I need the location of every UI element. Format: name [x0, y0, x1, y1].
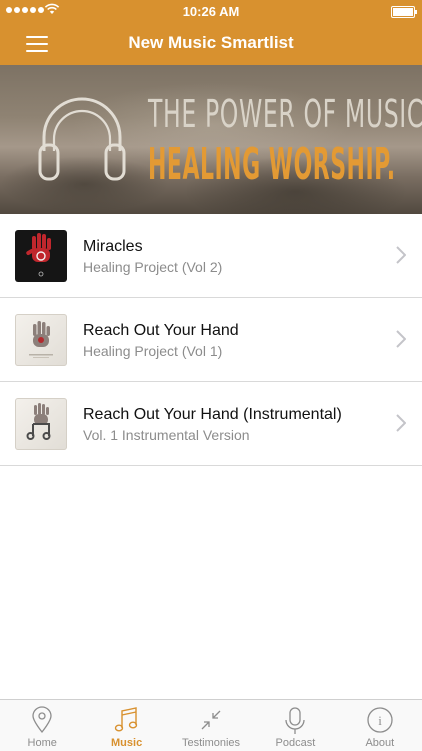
red-hand-icon: [26, 233, 51, 277]
music-note-icon: [114, 707, 137, 732]
hero-banner: THE POWER OF MUSIC... HEALING WORSHIP.: [0, 65, 422, 214]
battery-icon: [391, 6, 417, 18]
song-row-miracles[interactable]: Miracles Healing Project (Vol 2): [0, 214, 422, 298]
chevron-right-icon: [396, 330, 406, 348]
info-icon: i: [367, 707, 393, 733]
song-row-reach-out-your-hand-instrumental[interactable]: Reach Out Your Hand (Instrumental) Vol. …: [0, 382, 422, 466]
status-bar: 10:26 AM: [0, 0, 422, 22]
song-album: Healing Project (Vol 2): [83, 259, 223, 275]
tab-label: Home: [27, 737, 57, 749]
song-title: Reach Out Your Hand: [83, 322, 239, 339]
tab-about[interactable]: i About: [338, 700, 422, 751]
song-album: Vol. 1 Instrumental Version: [83, 427, 250, 443]
hand-music-note-icon: [26, 403, 51, 440]
song-title: Miracles: [83, 238, 143, 255]
song-list: Miracles Healing Project (Vol 2) Reach O: [0, 214, 422, 466]
song-row-reach-out-your-hand[interactable]: Reach Out Your Hand Healing Project (Vol…: [0, 298, 422, 382]
app-header: 10:26 AM New Music Smartlist: [0, 0, 422, 65]
tab-podcast[interactable]: Podcast: [253, 700, 337, 751]
hand-icon: [29, 321, 53, 358]
svg-text:i: i: [378, 713, 382, 728]
album-cover-instrumental: [15, 398, 67, 450]
nav-bar: New Music Smartlist: [0, 22, 422, 65]
tab-home[interactable]: Home: [0, 700, 84, 751]
microphone-icon: [285, 707, 306, 734]
song-title: Reach Out Your Hand (Instrumental): [83, 406, 342, 423]
album-cover-reach-out-your-hand: [15, 314, 67, 366]
banner-headline: THE POWER OF MUSIC...: [148, 92, 422, 136]
tab-label: Music: [111, 737, 143, 749]
tab-bar: Home Music Testimonies Podcast i About: [0, 699, 422, 751]
tab-label: Testimonies: [181, 737, 241, 749]
headphones-icon: [38, 97, 126, 181]
tab-label: Podcast: [275, 737, 316, 749]
album-cover-miracles: [15, 230, 67, 282]
tab-music[interactable]: Music: [84, 700, 168, 751]
tab-testimonies[interactable]: Testimonies: [169, 700, 253, 751]
map-pin-icon: [32, 706, 52, 734]
tab-label: About: [365, 737, 395, 749]
status-time: 10:26 AM: [182, 4, 240, 19]
chevron-right-icon: [396, 246, 406, 264]
page-title: New Music Smartlist: [128, 33, 294, 52]
banner-subheadline: HEALING WORSHIP.: [148, 139, 396, 190]
collapse-arrows-icon: [201, 710, 221, 730]
song-album: Healing Project (Vol 1): [83, 343, 223, 359]
chevron-right-icon: [396, 414, 406, 432]
